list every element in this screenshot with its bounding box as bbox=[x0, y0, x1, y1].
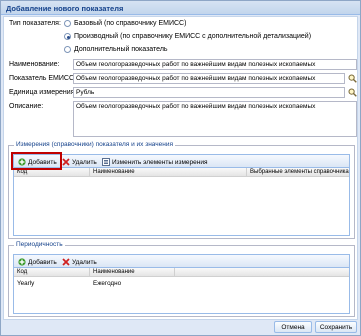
column-header-selected[interactable]: Выбранные элементы справочника bbox=[250, 169, 349, 175]
column-header-name[interactable]: Наименование bbox=[93, 269, 135, 275]
radio-basic-label[interactable]: Базовый (по справочнику ЕМИСС) bbox=[74, 20, 186, 27]
table-row[interactable]: Yearly Ежегодно bbox=[14, 279, 349, 288]
dimensions-toolbar: Добавить Удалить Изменить элементы измер… bbox=[14, 155, 349, 168]
periodicity-grid: Добавить Удалить Код Наименование Yearly… bbox=[13, 254, 350, 314]
unit-label: Единица измерения: bbox=[9, 89, 77, 96]
periodicity-delete-button[interactable]: Удалить bbox=[62, 257, 97, 267]
emiss-label: Показатель ЕМИСС: bbox=[9, 75, 76, 82]
column-header-code[interactable]: Код bbox=[17, 269, 27, 275]
periodicity-legend: Периодичность bbox=[14, 241, 65, 248]
dialog-body: Тип показателя: Базовый (по справочнику … bbox=[3, 16, 358, 320]
highlight-box bbox=[11, 152, 62, 170]
dimensions-grid-header: Код Наименование Выбранные элементы спра… bbox=[14, 168, 349, 177]
dimensions-delete-label: Удалить bbox=[72, 158, 97, 166]
radio-derived-label[interactable]: Производный (по справочнику ЕМИСС с допо… bbox=[74, 33, 311, 40]
radio-derived[interactable] bbox=[64, 33, 71, 40]
dimensions-grid: Добавить Удалить Изменить элементы измер… bbox=[13, 154, 350, 236]
edit-list-icon bbox=[102, 158, 110, 166]
emiss-input[interactable]: Объем геологоразведочных работ по важней… bbox=[73, 73, 345, 84]
radio-additional-label[interactable]: Дополнительный показатель bbox=[74, 46, 168, 53]
dimensions-delete-button[interactable]: Удалить bbox=[62, 157, 97, 167]
radio-basic[interactable] bbox=[64, 20, 71, 27]
cell-code: Yearly bbox=[17, 280, 35, 287]
type-label: Тип показателя: bbox=[9, 20, 61, 27]
periodicity-toolbar: Добавить Удалить bbox=[14, 255, 349, 268]
dialog-title: Добавление нового показателя bbox=[6, 4, 124, 13]
name-input[interactable]: Объем геологоразведочных работ по важней… bbox=[73, 59, 357, 70]
periodicity-add-label: Добавить bbox=[28, 258, 57, 266]
cancel-button[interactable]: Отмена bbox=[274, 321, 312, 333]
periodicity-fieldset: Периодичность Добавить Удалить Код Наиме… bbox=[8, 241, 355, 317]
dialog-window: Добавление нового показателя Тип показат… bbox=[0, 0, 361, 336]
delete-icon bbox=[62, 258, 70, 266]
name-label: Наименование: bbox=[9, 61, 60, 68]
search-icon[interactable] bbox=[347, 87, 357, 98]
description-textarea[interactable]: Объем геологоразведочных работ по важней… bbox=[73, 101, 357, 137]
periodicity-delete-label: Удалить bbox=[72, 258, 97, 266]
unit-input[interactable]: Рубль bbox=[73, 87, 345, 98]
description-label: Описание: bbox=[9, 103, 44, 110]
dialog-footer: Отмена Сохранить bbox=[1, 321, 360, 335]
dimensions-edit-label: Изменить элементы измерения bbox=[112, 158, 208, 166]
search-icon[interactable] bbox=[347, 73, 357, 84]
dimensions-legend: Измерения (справочники) показателя и их … bbox=[14, 141, 176, 148]
column-header-name[interactable]: Наименование bbox=[93, 169, 135, 175]
add-icon bbox=[18, 258, 26, 266]
cell-name: Ежегодно bbox=[93, 280, 122, 287]
save-button[interactable]: Сохранить bbox=[315, 321, 357, 333]
delete-icon bbox=[62, 158, 70, 166]
dimensions-edit-button[interactable]: Изменить элементы измерения bbox=[102, 157, 208, 167]
periodicity-grid-header: Код Наименование bbox=[14, 268, 349, 277]
dialog-titlebar[interactable]: Добавление нового показателя bbox=[1, 1, 360, 15]
radio-additional[interactable] bbox=[64, 46, 71, 53]
periodicity-add-button[interactable]: Добавить bbox=[18, 257, 57, 267]
